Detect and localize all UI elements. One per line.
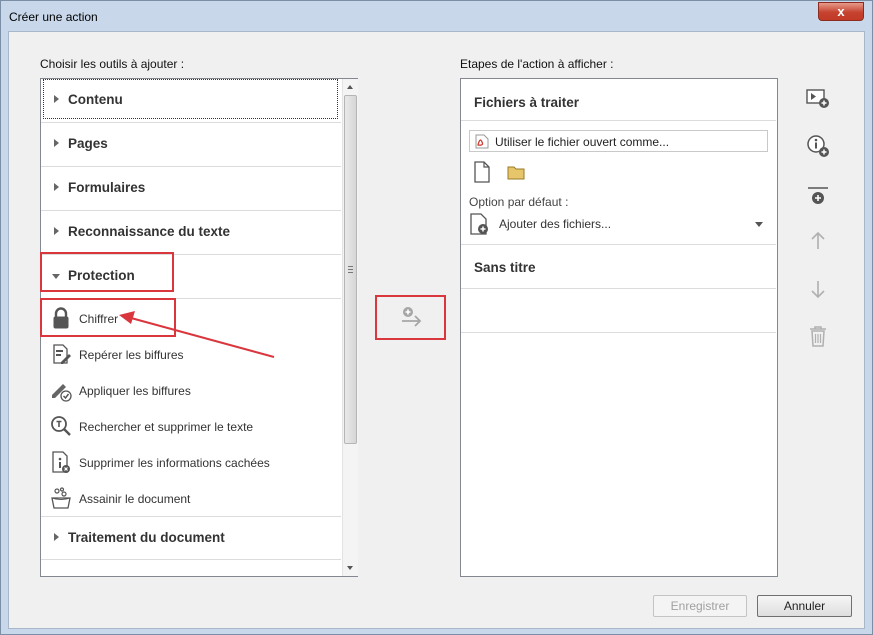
category-pages[interactable]: Pages <box>41 123 341 167</box>
tool-supprimer-infos[interactable]: Supprimer les informations cachées <box>41 444 341 480</box>
dialog-window: Créer une action x Choisir les outils à … <box>0 0 873 635</box>
cancel-button[interactable]: Annuler <box>757 595 852 617</box>
add-step-button[interactable] <box>375 295 446 340</box>
add-file-icon <box>470 213 488 235</box>
highlight-protection <box>40 252 174 292</box>
tool-assainir[interactable]: Assainir le document <box>41 480 341 516</box>
category-traitement[interactable]: Traitement du document <box>41 516 341 560</box>
delete-icon[interactable] <box>805 323 831 349</box>
untitled-section-title[interactable]: Sans titre <box>474 260 536 275</box>
steps-panel: Fichiers à traiter Utiliser le fichier o… <box>460 78 778 577</box>
grip-icon <box>348 266 353 273</box>
tools-scrollbar[interactable] <box>342 79 358 576</box>
expand-arrow-icon <box>54 183 59 191</box>
divider <box>461 120 776 121</box>
add-files-value: Ajouter des fichiers... <box>499 217 612 231</box>
category-reconnaissance[interactable]: Reconnaissance du texte <box>41 211 341 255</box>
dialog-body: Choisir les outils à ajouter : Contenu P… <box>8 31 865 629</box>
tools-heading: Choisir les outils à ajouter : <box>40 57 185 71</box>
steps-heading: Etapes de l'action à afficher : <box>460 57 614 71</box>
move-up-icon[interactable] <box>805 228 831 254</box>
category-label: Pages <box>68 136 108 151</box>
remove-hidden-info-icon <box>52 451 70 473</box>
close-button[interactable]: x <box>818 2 864 21</box>
folder-icon[interactable] <box>507 164 525 180</box>
scroll-down-icon[interactable] <box>347 566 353 570</box>
category-label: Traitement du document <box>68 530 225 545</box>
tool-rechercher-supprimer[interactable]: Rechercher et supprimer le texte <box>41 408 341 444</box>
tool-label: Assainir le document <box>79 492 191 506</box>
add-files-dropdown[interactable]: Ajouter des fichiers... <box>469 212 769 236</box>
search-remove-text-icon <box>51 416 71 436</box>
tool-label: Rechercher et supprimer le texte <box>79 420 254 434</box>
annotation-arrow <box>119 311 275 358</box>
expand-arrow-icon <box>54 139 59 147</box>
move-down-icon[interactable] <box>805 276 831 302</box>
title-bar[interactable]: Créer une action x <box>1 1 872 31</box>
divider <box>461 288 776 289</box>
files-section-title: Fichiers à traiter <box>474 95 580 110</box>
tool-appliquer-biffures[interactable]: Appliquer les biffures <box>41 372 341 408</box>
category-label: Contenu <box>68 92 123 107</box>
default-option-label: Option par défaut : <box>469 195 569 209</box>
window-title: Créer une action <box>9 10 98 24</box>
add-to-action-icon <box>402 307 422 327</box>
blank-file-icon[interactable] <box>473 161 491 183</box>
pdf-file-icon <box>475 134 489 149</box>
expand-arrow-icon <box>54 227 59 235</box>
category-formulaires[interactable]: Formulaires <box>41 167 341 211</box>
file-source-value: Utiliser le fichier ouvert comme... <box>495 135 670 149</box>
category-label: Formulaires <box>68 180 146 195</box>
add-instructions-icon[interactable] <box>805 133 831 159</box>
scroll-thumb[interactable] <box>344 95 357 444</box>
add-separator-icon[interactable] <box>805 182 831 208</box>
expand-arrow-icon <box>54 533 59 541</box>
sanitize-icon <box>51 487 71 509</box>
save-button[interactable]: Enregistrer <box>653 595 747 617</box>
dropdown-arrow-icon <box>755 222 763 227</box>
divider <box>461 244 776 245</box>
tool-label: Supprimer les informations cachées <box>79 456 270 470</box>
apply-redaction-icon <box>52 384 72 402</box>
scroll-up-icon[interactable] <box>347 85 353 89</box>
category-contenu[interactable]: Contenu <box>41 79 341 123</box>
add-panel-icon[interactable] <box>805 85 831 111</box>
file-source-field[interactable]: Utiliser le fichier ouvert comme... <box>469 130 768 152</box>
category-label: Reconnaissance du texte <box>68 224 231 239</box>
divider <box>461 332 776 333</box>
close-icon: x <box>837 4 845 19</box>
expand-arrow-icon <box>54 95 59 103</box>
tool-label: Appliquer les biffures <box>79 384 191 398</box>
mark-redaction-icon <box>53 344 71 364</box>
